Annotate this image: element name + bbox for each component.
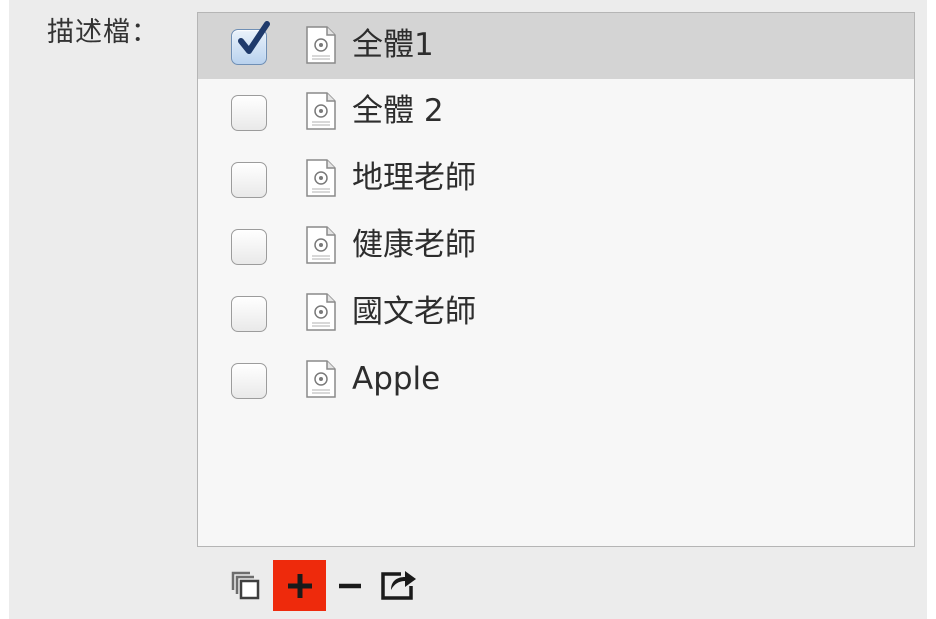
profile-checkbox-1[interactable]: [231, 95, 267, 131]
profile-row-0[interactable]: 全體1: [198, 13, 914, 79]
profile-name: 健康老師: [352, 227, 476, 263]
profile-name: Apple: [352, 361, 441, 397]
profile-row-4[interactable]: 國文老師: [198, 280, 914, 346]
profiles-label: 描述檔：: [47, 17, 159, 48]
checkmark-icon: [238, 21, 270, 54]
duplicate-button[interactable]: [227, 560, 263, 610]
profile-toolbar: [227, 560, 427, 612]
profiles-panel: 描述檔： 全體1 全體 2 地理老師 健康老師 國文老師 Apple: [9, 0, 927, 619]
profile-name: 國文老師: [352, 294, 476, 330]
duplicate-icon: [231, 571, 260, 600]
minus-icon: [339, 583, 361, 589]
profile-document-icon: [306, 226, 336, 264]
profile-checkbox-5[interactable]: [231, 363, 267, 399]
profile-checkbox-0[interactable]: [231, 21, 270, 65]
add-button[interactable]: [273, 560, 326, 611]
profile-row-1[interactable]: 全體 2: [198, 79, 914, 145]
profile-checkbox-4[interactable]: [231, 296, 267, 332]
profile-row-2[interactable]: 地理老師: [198, 146, 914, 212]
profile-checkbox-2[interactable]: [231, 162, 267, 198]
share-icon: [381, 571, 416, 600]
profile-list[interactable]: 全體1 全體 2 地理老師 健康老師 國文老師 Apple: [197, 12, 915, 547]
profile-name: 全體1: [352, 27, 434, 63]
profile-name: 全體 2: [352, 93, 444, 129]
profile-document-icon: [306, 159, 336, 197]
profile-checkbox-3[interactable]: [231, 229, 267, 265]
profile-name: 地理老師: [352, 160, 476, 196]
export-button[interactable]: [377, 560, 421, 610]
plus-icon: [288, 574, 312, 598]
profile-row-5[interactable]: Apple: [198, 347, 914, 413]
profile-document-icon: [306, 293, 336, 331]
profile-row-3[interactable]: 健康老師: [198, 213, 914, 279]
profile-document-icon: [306, 360, 336, 398]
profile-document-icon: [306, 92, 336, 130]
remove-button[interactable]: [333, 560, 367, 610]
profile-document-icon: [306, 26, 336, 64]
